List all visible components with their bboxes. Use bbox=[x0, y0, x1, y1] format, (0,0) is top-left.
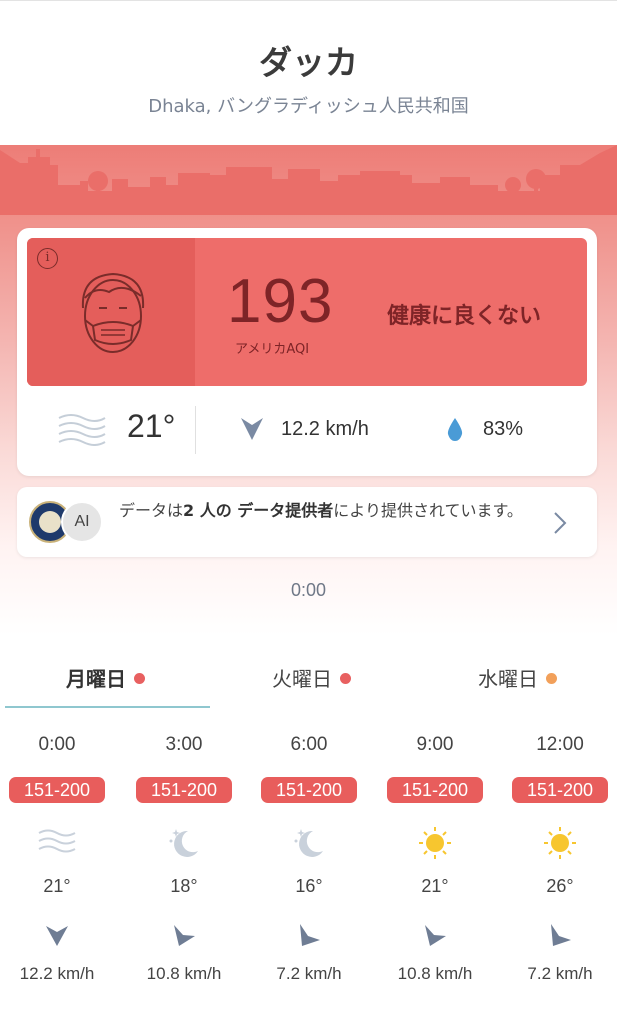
moon-icon bbox=[294, 829, 323, 857]
hour-wind-speed: 7.2 km/h bbox=[276, 964, 342, 983]
hourly-forecast: 0:00 151-200 21° 12.2 km/h 3:00 151-200 … bbox=[0, 730, 617, 990]
hour-time: 9:00 bbox=[416, 734, 454, 755]
top-border bbox=[0, 0, 617, 3]
wind-icon bbox=[38, 829, 76, 853]
current-time-label: 0:00 bbox=[290, 580, 327, 600]
provider-description: データは2 人の データ提供者により提供されています。 bbox=[119, 501, 523, 520]
status-dot bbox=[340, 673, 351, 684]
humidity-drop-icon bbox=[447, 418, 463, 441]
aqi-range-badge: 151-200 bbox=[512, 777, 608, 803]
aqi-value: 193 bbox=[227, 267, 334, 336]
aqi-range-badge: 151-200 bbox=[387, 777, 483, 803]
sun-icon bbox=[419, 827, 451, 859]
hour-temperature: 16° bbox=[295, 876, 323, 896]
tab-tuesday[interactable]: 火曜日 bbox=[272, 663, 351, 692]
wind-direction-icon bbox=[241, 418, 263, 440]
location-subtitle: Dhaka, バングラディッシュ人民共和国 bbox=[148, 96, 469, 117]
hour-wind-speed: 10.8 km/h bbox=[146, 964, 222, 983]
hour-time: 12:00 bbox=[536, 734, 584, 755]
aqi-status-label: 健康に良くない bbox=[387, 304, 542, 329]
wind-direction-icon bbox=[46, 926, 68, 946]
aqi-unit-label: アメリカAQI bbox=[235, 342, 310, 357]
wind-direction-icon bbox=[300, 924, 320, 946]
wind-icon bbox=[58, 414, 106, 446]
aqi-range-badge: 151-200 bbox=[9, 777, 105, 803]
status-dot bbox=[546, 673, 557, 684]
chevron-right-icon[interactable] bbox=[553, 511, 567, 535]
tab-monday[interactable]: 月曜日 bbox=[66, 663, 145, 692]
hour-wind-speed: 12.2 km/h bbox=[19, 964, 95, 983]
aqi-face-area: i bbox=[27, 238, 195, 386]
aqi-card[interactable]: i 193 アメリカAQI 健康に良くない 21° 12.2 km/h 83% bbox=[17, 228, 597, 476]
day-tabs: 月曜日 火曜日 水曜日 bbox=[0, 655, 617, 710]
wind-direction-icon bbox=[174, 925, 195, 946]
aqi-range-badge: 151-200 bbox=[136, 777, 232, 803]
hour-temperature: 21° bbox=[421, 876, 449, 896]
hour-temperature: 26° bbox=[546, 876, 574, 896]
info-icon[interactable]: i bbox=[37, 248, 58, 269]
current-temperature: 21° bbox=[127, 408, 176, 444]
current-humidity: 83% bbox=[483, 418, 524, 440]
hour-wind-speed: 7.2 km/h bbox=[527, 964, 593, 983]
active-tab-underline bbox=[5, 706, 210, 708]
aqi-range-badge: 151-200 bbox=[261, 777, 357, 803]
status-dot bbox=[134, 673, 145, 684]
moon-icon bbox=[169, 829, 198, 857]
hour-wind-speed: 10.8 km/h bbox=[397, 964, 473, 983]
hour-time: 0:00 bbox=[38, 734, 76, 755]
wind-direction-icon bbox=[551, 924, 571, 946]
hour-temperature: 18° bbox=[170, 876, 198, 896]
current-wind-speed: 12.2 km/h bbox=[281, 418, 369, 440]
hour-temperature: 21° bbox=[43, 876, 71, 896]
weather-divider bbox=[195, 406, 196, 454]
hour-time: 3:00 bbox=[165, 734, 203, 755]
current-weather-row: 21° 12.2 km/h 83% bbox=[27, 396, 587, 466]
ai-provider-badge: AI bbox=[61, 501, 103, 543]
masked-face-icon bbox=[81, 272, 145, 353]
city-title: ダッカ bbox=[259, 43, 358, 82]
data-provider-banner[interactable]: AI データは2 人の データ提供者により提供されています。 bbox=[17, 487, 597, 557]
wind-direction-icon bbox=[425, 925, 446, 946]
tab-wednesday[interactable]: 水曜日 bbox=[478, 663, 557, 692]
aqi-panel[interactable]: i 193 アメリカAQI 健康に良くない bbox=[27, 238, 587, 386]
skyline-illustration bbox=[0, 145, 617, 215]
hour-time: 6:00 bbox=[290, 734, 328, 755]
sun-icon bbox=[544, 827, 576, 859]
